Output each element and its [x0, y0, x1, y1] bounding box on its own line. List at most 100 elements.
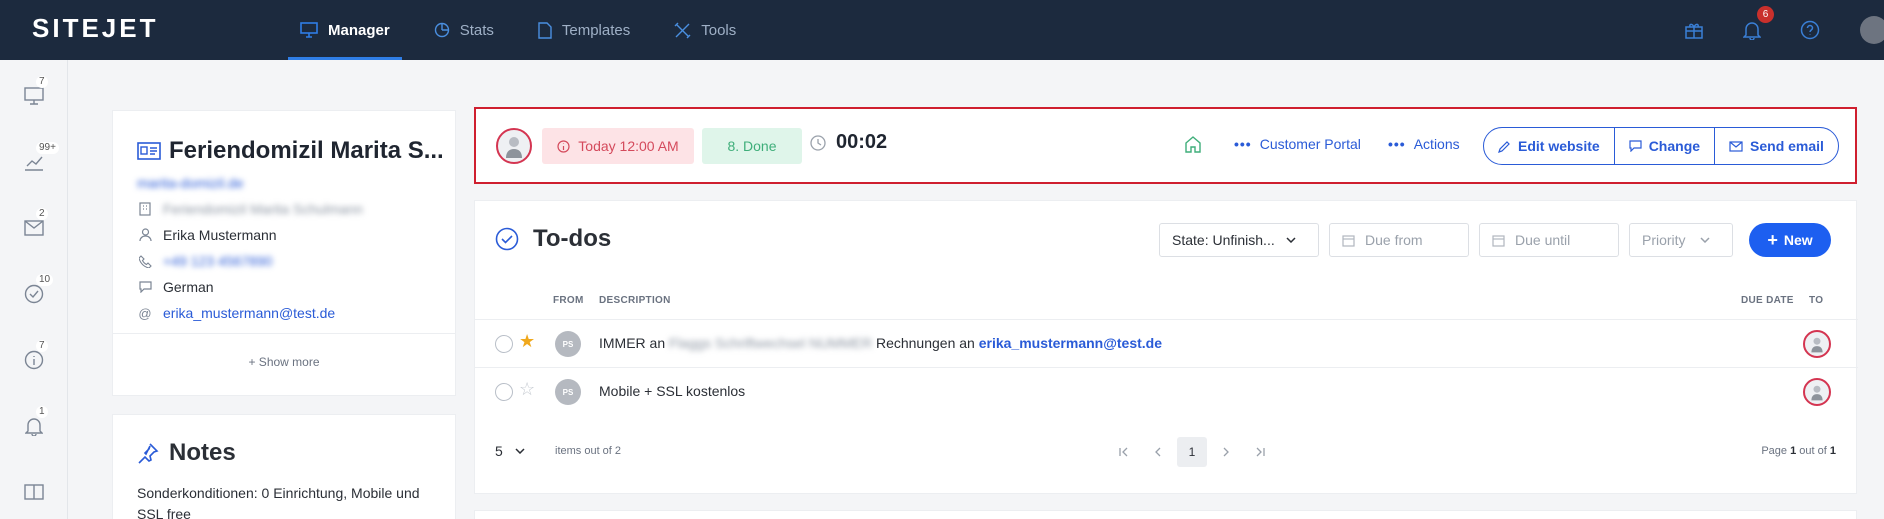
rail-todos[interactable]: 10 [20, 274, 54, 308]
client-website-row[interactable]: marita-domizil.de [137, 175, 244, 191]
first-page-icon[interactable] [1109, 437, 1139, 467]
check-circle-icon [24, 284, 44, 304]
state-filter-select[interactable]: State: Unfinish... [1159, 223, 1319, 257]
pin-icon [138, 443, 159, 464]
gift-icon[interactable] [1682, 18, 1706, 42]
at-icon: @ [138, 305, 152, 321]
timer[interactable]: 00:02 [810, 131, 887, 154]
todo-desc-prefix: Mobile + SSL kostenlos [599, 383, 746, 399]
todo-complete-radio[interactable] [495, 383, 513, 401]
todo-row[interactable]: ☆ PS Mobile + SSL kostenlos [475, 367, 1858, 415]
todo-description[interactable]: Mobile + SSL kostenlos [599, 383, 745, 399]
due-from-input[interactable]: Due from [1329, 223, 1469, 257]
todo-desc-email-link[interactable]: erika_mustermann@test.de [979, 335, 1162, 351]
priority-select[interactable]: Priority [1629, 223, 1733, 257]
notes-card: Notes Sonderkonditionen: 0 Einrichtung, … [112, 414, 456, 519]
nav-item-templates[interactable]: Templates [526, 0, 642, 60]
edit-website-button[interactable]: Edit website [1484, 128, 1615, 164]
todo-row[interactable]: ★ PS IMMER an Flaggs Schriftwechsel NUMM… [475, 319, 1858, 367]
page-of-label: Page 1 out of 1 [1761, 445, 1836, 457]
header-button-group: Edit website Change Send email [1483, 127, 1839, 165]
from-avatar: PS [555, 379, 581, 405]
chevron-down-icon [1286, 237, 1296, 243]
nav-label: Stats [459, 21, 494, 39]
client-contact-name: Erika Mustermann [163, 227, 277, 243]
customer-portal-link[interactable]: ••• Customer Portal [1234, 136, 1361, 152]
prev-page-icon[interactable] [1143, 437, 1173, 467]
info-circle-icon [557, 139, 570, 153]
more-dots-icon: ••• [1388, 136, 1406, 152]
page-size-select[interactable]: 5 [495, 443, 525, 459]
tools-icon [674, 22, 691, 38]
show-more-link[interactable]: + Show more [113, 355, 455, 369]
client-email-row[interactable]: @ erika_mustermann@test.de [137, 305, 335, 321]
due-date-badge[interactable]: Today 12:00 AM [542, 128, 694, 164]
status-badge[interactable]: 8. Done [702, 128, 802, 164]
star-outline-icon[interactable]: ☆ [519, 379, 535, 400]
home-icon[interactable] [1184, 135, 1202, 158]
rail-alerts[interactable]: 7 [20, 340, 48, 374]
nav-item-manager[interactable]: Manager [288, 0, 402, 60]
chart-icon [25, 156, 43, 171]
rail-badge: 7 [36, 76, 48, 88]
client-phone[interactable]: +49 123 4567890 [163, 253, 272, 269]
nav-item-stats[interactable]: Stats [422, 0, 506, 60]
website-header-bar: Today 12:00 AM 8. Done 00:02 ••• Custome… [474, 107, 1857, 184]
monitor-icon [24, 87, 44, 105]
column-header-description[interactable]: DESCRIPTION [599, 295, 671, 306]
rail-websites[interactable]: 7 [20, 76, 48, 110]
client-title: Feriendomizil Marita S... [137, 137, 444, 165]
pagination: 5 items out of 2 1 Page 1 out of 1 [475, 433, 1856, 467]
star-filled-icon[interactable]: ★ [519, 331, 535, 352]
nav-item-tools[interactable]: Tools [662, 0, 748, 60]
assignee-avatar[interactable] [1803, 330, 1831, 358]
rail-notifications[interactable]: 1 [20, 406, 48, 440]
nav-label: Tools [701, 21, 737, 39]
rail-badge: 2 [36, 208, 48, 220]
notification-count-badge: 6 [1757, 6, 1774, 23]
client-company: Feriendomizil Marita Schulmann [163, 201, 363, 217]
rail-badge: 99+ [36, 142, 59, 154]
client-phone-row[interactable]: +49 123 4567890 [137, 253, 272, 269]
rail-layout[interactable] [20, 478, 48, 506]
todos-title: To-dos [495, 225, 611, 253]
todo-desc-mid: Rechnungen an [872, 335, 979, 351]
chevron-down-icon [515, 448, 525, 454]
last-page-icon[interactable] [1245, 437, 1275, 467]
client-email[interactable]: erika_mustermann@test.de [163, 305, 335, 321]
due-until-input[interactable]: Due until [1479, 223, 1619, 257]
state-filter-value: State: Unfinish... [1172, 232, 1275, 248]
column-header-from[interactable]: FROM [553, 295, 584, 306]
rail-stats[interactable]: 99+ [20, 142, 59, 176]
next-section-card [474, 510, 1857, 519]
bell-icon [25, 418, 43, 436]
column-header-due-date[interactable]: DUE DATE [1741, 295, 1794, 306]
page-button-current[interactable]: 1 [1177, 437, 1207, 467]
due-date-label: Today 12:00 AM [578, 138, 679, 154]
client-website[interactable]: marita-domizil.de [137, 175, 244, 191]
new-todo-button[interactable]: + New [1749, 223, 1831, 257]
todo-description[interactable]: IMMER an Flaggs Schriftwechsel NUMMER Re… [599, 335, 1162, 351]
assignee-avatar[interactable] [1803, 378, 1831, 406]
todo-complete-radio[interactable] [495, 335, 513, 353]
actions-label: Actions [1413, 136, 1460, 152]
pie-chart-icon [434, 22, 449, 38]
more-dots-icon: ••• [1234, 136, 1252, 152]
edit-website-label: Edit website [1518, 138, 1600, 154]
send-email-button[interactable]: Send email [1715, 128, 1838, 164]
help-icon[interactable] [1798, 18, 1822, 42]
bell-icon[interactable]: 6 [1740, 6, 1774, 42]
sitejet-logo[interactable]: SITEJET [32, 13, 158, 44]
user-avatar[interactable] [1860, 16, 1884, 44]
top-navigation-bar: SITEJET Manager Stats Templates Tools 6 [0, 0, 1884, 60]
check-circle-icon [495, 227, 519, 251]
plus-icon: + [1767, 229, 1778, 250]
main-nav: Manager Stats Templates Tools [288, 0, 768, 60]
timer-value: 00:02 [836, 131, 888, 153]
next-page-icon[interactable] [1211, 437, 1241, 467]
column-header-to[interactable]: TO [1809, 295, 1823, 306]
assignee-avatar[interactable] [496, 128, 532, 164]
rail-mail[interactable]: 2 [20, 208, 48, 242]
actions-menu[interactable]: ••• Actions [1388, 136, 1460, 152]
change-button[interactable]: Change [1615, 128, 1716, 164]
